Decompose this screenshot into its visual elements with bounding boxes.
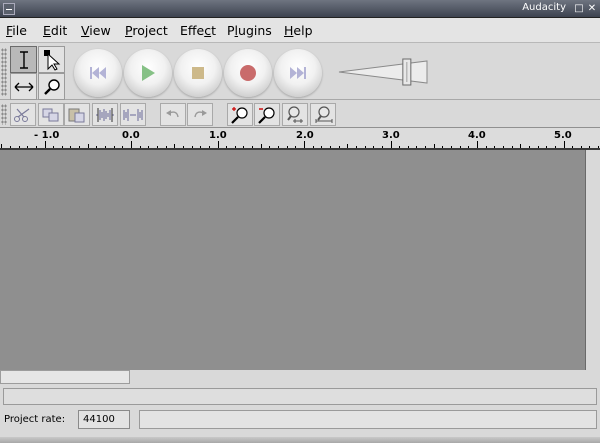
- horizontal-scroll-thumb[interactable]: [0, 370, 130, 384]
- play-button[interactable]: [124, 49, 172, 97]
- silence-button[interactable]: [120, 103, 146, 126]
- fit-selection-button[interactable]: [282, 103, 308, 126]
- stop-icon: [192, 67, 204, 79]
- ruler-label: 2.0: [296, 130, 314, 141]
- trim-icon: [96, 107, 114, 122]
- undo-icon: [166, 109, 179, 117]
- fit-project-button[interactable]: [310, 103, 336, 126]
- window-title: Audacity: [522, 2, 566, 13]
- copy-button[interactable]: [38, 103, 64, 126]
- menu-bar: File Edit View Project Effect Plugins He…: [0, 18, 600, 43]
- record-icon: [240, 65, 256, 81]
- scissors-icon: [14, 108, 30, 122]
- window-menu-icon[interactable]: [3, 3, 15, 15]
- silence-icon: [123, 108, 143, 121]
- toolbar-grip[interactable]: [1, 104, 7, 125]
- menu-plugins[interactable]: Plugins: [227, 23, 272, 38]
- zoom-in-icon: [231, 106, 248, 124]
- project-rate-label: Project rate:: [4, 414, 66, 425]
- skip-to-start-button[interactable]: [74, 49, 122, 97]
- envelope-cursor-icon: [43, 49, 60, 71]
- zoom-fit-project-icon: [315, 105, 333, 123]
- ruler-label: - 1.0: [34, 130, 60, 141]
- ruler-label: 0.0: [122, 130, 140, 141]
- ruler-label: 5.0: [554, 130, 572, 141]
- menu-view[interactable]: View: [81, 23, 111, 38]
- skip-to-end-icon: [290, 67, 306, 79]
- window-bottom-edge: [0, 437, 600, 443]
- output-volume-slider[interactable]: [337, 55, 433, 89]
- menu-help[interactable]: Help: [284, 23, 313, 38]
- status-field: [3, 388, 597, 405]
- ruler-label: 3.0: [382, 130, 400, 141]
- edit-toolbar: [0, 101, 600, 128]
- status-bar: [139, 410, 597, 429]
- menu-effect[interactable]: Effect: [180, 23, 216, 38]
- zoom-in-button[interactable]: [227, 103, 253, 126]
- zoom-out-button[interactable]: [254, 103, 280, 126]
- zoom-out-icon: [258, 106, 275, 124]
- stop-button[interactable]: [174, 49, 222, 97]
- menu-edit[interactable]: Edit: [43, 23, 67, 38]
- title-bar: Audacity □ ✕: [0, 0, 600, 18]
- zoom-tool-button[interactable]: [38, 73, 65, 100]
- toolbar-grip[interactable]: [1, 48, 7, 96]
- horizontal-scrollbar[interactable]: [0, 370, 600, 384]
- timeline-ruler[interactable]: - 1.0 0.0 1.0 2.0 3.0 4.0 5.0: [0, 128, 600, 150]
- record-button[interactable]: [224, 49, 272, 97]
- copy-icon: [42, 108, 59, 121]
- redo-button[interactable]: [187, 103, 213, 126]
- i-beam-icon: [19, 50, 28, 69]
- skip-to-start-icon: [90, 67, 106, 79]
- undo-button[interactable]: [160, 103, 186, 126]
- skip-to-end-button[interactable]: [274, 49, 322, 97]
- menu-project[interactable]: Project: [125, 23, 168, 38]
- volume-slider-thumb[interactable]: [402, 58, 412, 86]
- paste-icon: [68, 108, 85, 122]
- zoom-fit-selection-icon: [287, 105, 303, 123]
- paste-button[interactable]: [64, 103, 90, 126]
- menu-file[interactable]: File: [6, 23, 27, 38]
- double-arrow-icon: [14, 82, 33, 91]
- track-panel[interactable]: [0, 150, 586, 370]
- selection-tool-button[interactable]: [10, 46, 37, 73]
- play-icon: [142, 65, 155, 81]
- timeshift-tool-button[interactable]: [10, 73, 37, 100]
- maximize-icon[interactable]: □: [573, 3, 585, 15]
- ruler-label: 1.0: [209, 130, 227, 141]
- close-icon[interactable]: ✕: [586, 3, 598, 15]
- vertical-scrollbar[interactable]: [586, 150, 600, 370]
- control-toolbar: [0, 44, 600, 100]
- redo-icon: [194, 109, 207, 117]
- magnifier-icon: [43, 78, 60, 95]
- cut-button[interactable]: [10, 103, 36, 126]
- envelope-tool-button[interactable]: [38, 46, 65, 73]
- ruler-label: 4.0: [468, 130, 486, 141]
- project-rate-combo[interactable]: 44100: [78, 410, 130, 429]
- trim-button[interactable]: [92, 103, 118, 126]
